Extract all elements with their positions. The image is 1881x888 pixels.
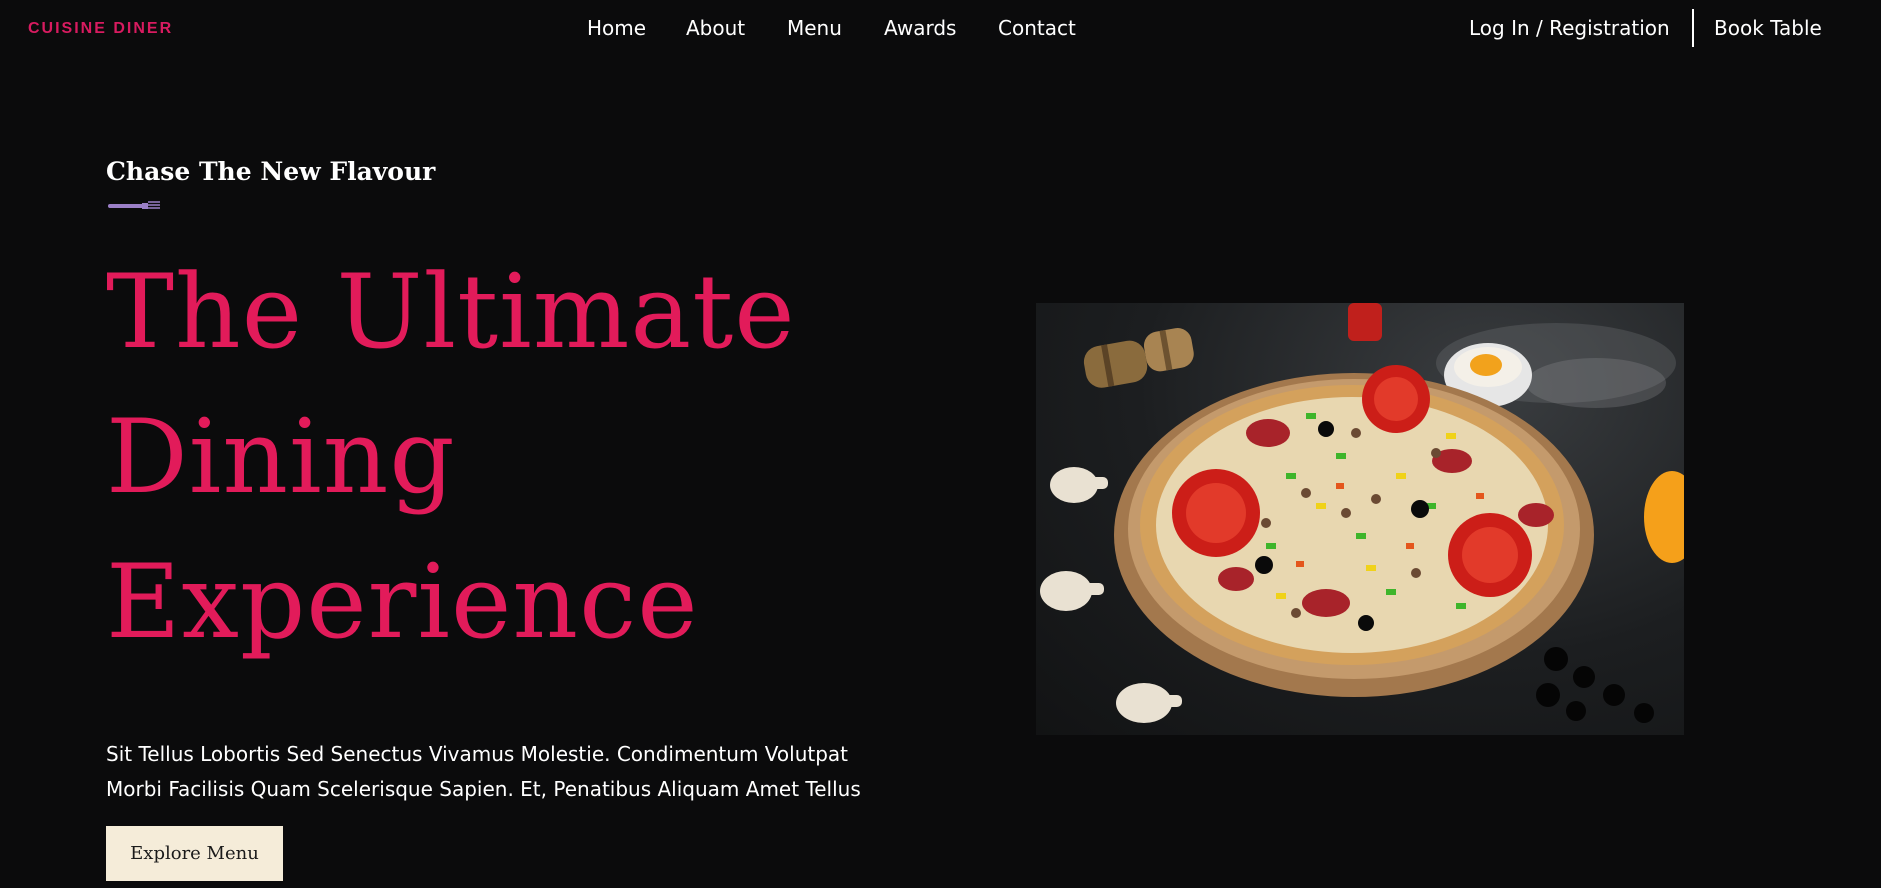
pizza-illustration	[1040, 303, 1684, 723]
fork-icon	[108, 201, 160, 209]
nav-item-about[interactable]: About	[686, 14, 745, 42]
description-line: Morbi Facilisis Quam Scelerisque Sapien.…	[106, 777, 861, 801]
explore-menu-button[interactable]: Explore Menu	[106, 826, 283, 881]
headline-line: Experience	[106, 543, 699, 662]
nav-item-menu[interactable]: Menu	[787, 14, 842, 42]
nav-item-home[interactable]: Home	[587, 14, 646, 42]
nav-item-awards[interactable]: Awards	[884, 14, 956, 42]
hero-description: Sit Tellus Lobortis Sed Senectus Vivamus…	[106, 737, 926, 807]
hero-tagline: Chase The New Flavour	[106, 157, 436, 186]
description-line: Sit Tellus Lobortis Sed Senectus Vivamus…	[106, 742, 849, 766]
nav-item-contact[interactable]: Contact	[998, 14, 1076, 42]
hero-headline: The Ultimate Dining Experience	[106, 240, 796, 675]
brand-logo[interactable]: CUISINE DINER	[28, 20, 173, 38]
headline-line: Dining	[106, 398, 456, 517]
headline-line: The Ultimate	[106, 253, 796, 372]
pizza-image	[1036, 303, 1684, 735]
book-table-link[interactable]: Book Table	[1714, 14, 1822, 42]
login-registration-link[interactable]: Log In / Registration	[1469, 14, 1670, 42]
header-divider	[1692, 9, 1694, 47]
